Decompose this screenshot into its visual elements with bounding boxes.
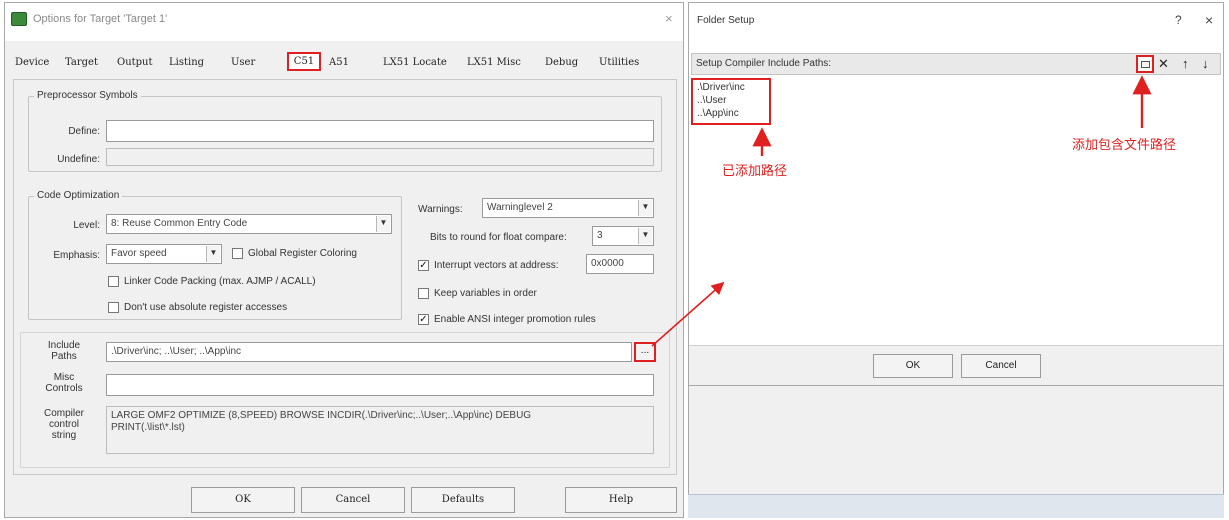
- annotation-arrows: [651, 75, 1152, 347]
- added-paths-annotation: 已添加路径: [722, 164, 788, 179]
- add-include-path-annotation: 添加包含文件路径: [1072, 138, 1177, 153]
- browse-to-dialog-arrow: [651, 281, 725, 347]
